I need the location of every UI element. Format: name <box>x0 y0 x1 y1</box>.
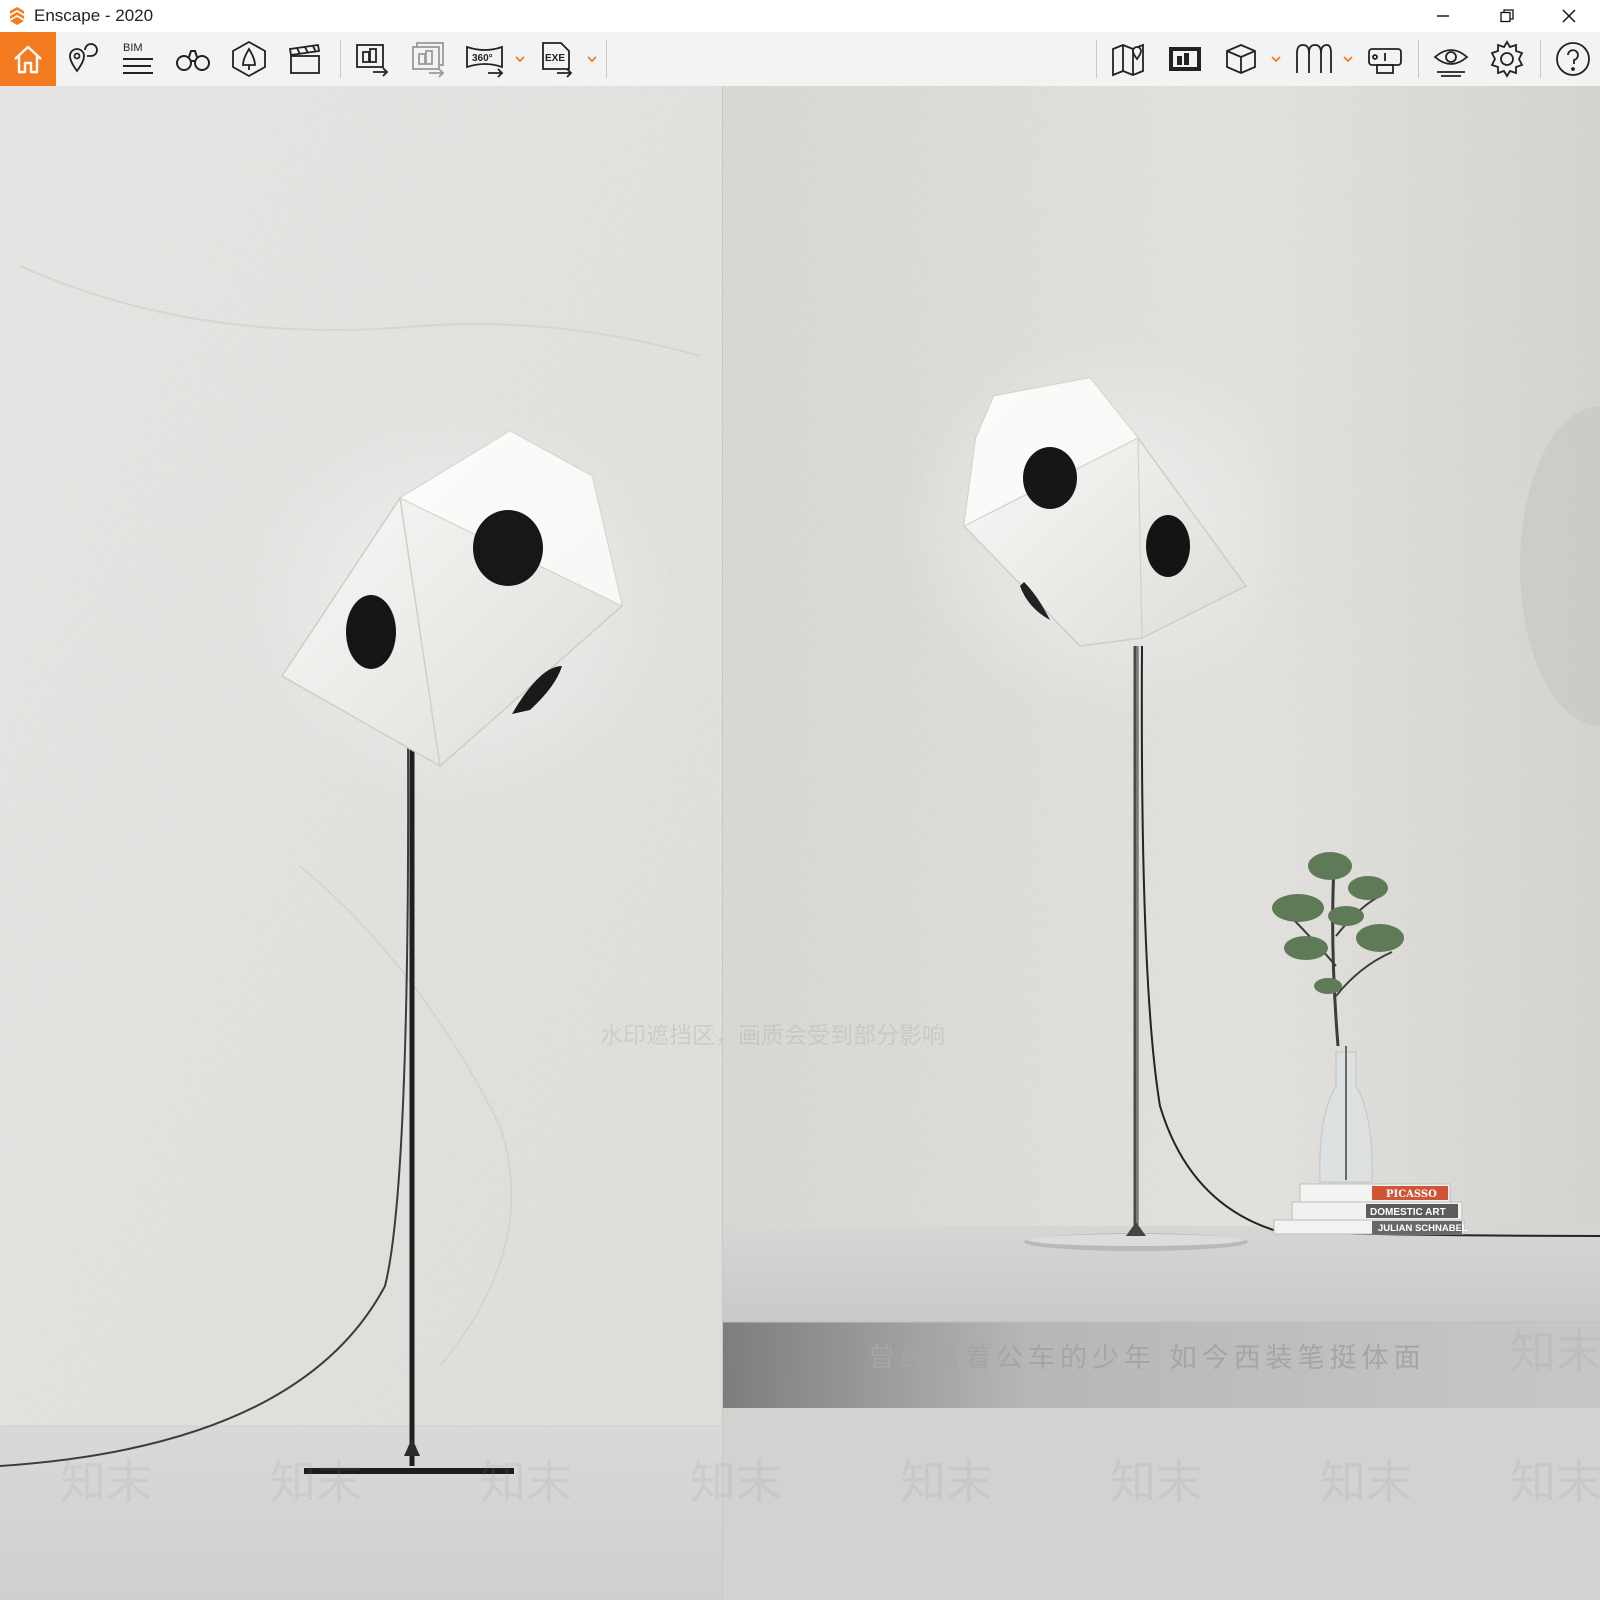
asset-library-icon <box>232 40 266 78</box>
toolbar-separator <box>1096 40 1097 78</box>
batch-render-button[interactable] <box>406 36 452 82</box>
bim-icon: BIM <box>123 42 153 74</box>
window-title: Enscape - 2020 <box>34 6 154 25</box>
chevron-down-icon <box>1343 56 1353 63</box>
watermark: 知末 <box>270 1455 362 1509</box>
watermark: 知末 <box>480 1455 572 1509</box>
close-icon <box>1562 9 1576 23</box>
panorama-dropdown-button[interactable] <box>514 52 526 64</box>
watermark: 知末 <box>900 1455 992 1509</box>
watermark-notice: 水印遮挡区，画质会受到部分影响 <box>600 1023 945 1049</box>
batch-render-icon <box>412 42 445 78</box>
view-location-button[interactable] <box>60 36 106 82</box>
watermark: 知末 <box>690 1455 782 1509</box>
vr-headset-icon <box>1296 44 1332 73</box>
info-icon <box>1368 48 1402 74</box>
watermark: 知末 <box>1320 1455 1412 1509</box>
settings-gear-icon <box>1490 40 1524 78</box>
cube-view-dropdown-button[interactable] <box>1270 52 1282 64</box>
restore-button[interactable] <box>1478 0 1536 32</box>
main-toolbar: BIM 360° EXE <box>0 32 1600 110</box>
toolbar-separator <box>606 40 607 78</box>
settings-button[interactable] <box>1484 36 1530 82</box>
minimize-button[interactable] <box>1414 0 1472 32</box>
view-location-icon <box>69 43 98 73</box>
map-pin-icon <box>1112 43 1144 77</box>
watermark: 知末 <box>1510 1455 1600 1509</box>
export-exe-icon: EXE <box>542 42 573 78</box>
bim-button[interactable]: BIM <box>114 36 160 82</box>
watermark: 知末 <box>1110 1455 1202 1509</box>
map-button[interactable] <box>1106 36 1152 82</box>
minimize-icon <box>1437 15 1449 17</box>
book-title: DOMESTIC ART <box>1370 1207 1446 1218</box>
toolbar-separator <box>1540 40 1541 78</box>
export-dropdown-button[interactable] <box>586 52 598 64</box>
chevron-down-icon <box>515 56 525 63</box>
watermark: 知末 <box>1510 1325 1600 1379</box>
info-button[interactable] <box>1362 36 1408 82</box>
visual-settings-button[interactable] <box>1428 36 1474 82</box>
binoculars-icon <box>176 50 210 71</box>
book-stack: PICASSO DOMESTIC ART JULIAN SCHNABEL <box>1273 1183 1468 1235</box>
help-button[interactable] <box>1550 36 1596 82</box>
capture-icon <box>1169 47 1201 71</box>
title-bar: Enscape - 2020 <box>0 0 1600 32</box>
vr-dropdown-button[interactable] <box>1342 52 1354 64</box>
export-exe-label: EXE <box>545 53 565 64</box>
toolbar-separator <box>1418 40 1419 78</box>
home-button[interactable] <box>0 32 56 86</box>
cube-view-icon <box>1226 44 1256 74</box>
render-image-button[interactable] <box>350 36 396 82</box>
vr-headset-button[interactable] <box>1290 36 1336 82</box>
binoculars-button[interactable] <box>170 36 216 82</box>
scene-caption: 曾经追着公车的少年 如今西装笔挺体面 <box>868 1343 1426 1374</box>
export-exe-button[interactable]: EXE <box>534 36 580 82</box>
render-image-icon <box>356 44 389 77</box>
book-title: JULIAN SCHNABEL <box>1378 1223 1468 1234</box>
panorama-360-button[interactable]: 360° <box>462 36 508 82</box>
bim-label: BIM <box>123 42 143 54</box>
video-editor-button[interactable] <box>282 36 328 82</box>
chevron-down-icon <box>587 56 597 63</box>
asset-library-button[interactable] <box>226 36 272 82</box>
book-title: PICASSO <box>1386 1189 1437 1200</box>
capture-button[interactable] <box>1162 36 1208 82</box>
render-viewport[interactable]: PICASSO DOMESTIC ART JULIAN SCHNABEL 水印遮… <box>0 86 1600 1600</box>
watermark: 知末 <box>720 1325 812 1379</box>
watermark: 知末 <box>60 1455 152 1509</box>
toolbar-separator <box>340 40 341 78</box>
help-icon <box>1556 42 1590 76</box>
home-icon <box>14 45 42 74</box>
close-button[interactable] <box>1540 0 1598 32</box>
video-editor-icon <box>288 43 321 74</box>
panorama-360-icon: 360° <box>466 45 504 78</box>
cube-view-button[interactable] <box>1218 36 1264 82</box>
enscape-logo-icon <box>6 5 28 27</box>
visual-settings-icon <box>1433 49 1469 77</box>
restore-icon <box>1500 9 1514 23</box>
panorama-360-label: 360° <box>472 53 493 64</box>
chevron-down-icon <box>1271 56 1281 63</box>
